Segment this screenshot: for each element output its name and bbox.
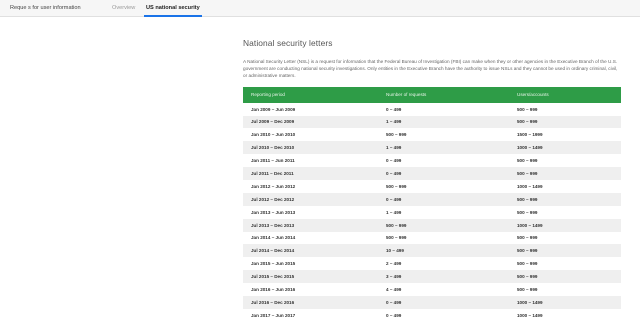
cell-reporting-period: Jul 2016 – Dec 2016 [251, 299, 295, 305]
cell-users-accounts: 1000 – 1499 [517, 145, 543, 151]
table-header: Reporting period Number of requests User… [243, 86, 621, 103]
cell-users-accounts: 1500 – 1999 [517, 132, 543, 138]
cell-reporting-period: Jan 2015 – Jun 2015 [251, 261, 296, 267]
table-row: Jan 2014 – Jun 2014 500 – 999 500 – 999 [243, 231, 621, 245]
table-header-row: Reporting period Number of requests User… [243, 86, 621, 103]
cell-users-accounts: 500 – 999 [517, 287, 538, 293]
cell-users-accounts: 500 – 999 [517, 235, 538, 241]
cell-users-accounts: 500 – 999 [517, 171, 538, 176]
top-tab-bar: Reque s for user information Overview US… [0, 0, 640, 17]
table-row: Jan 2017 – Jun 2017 0 – 499 1000 – 1499 [243, 308, 621, 322]
cell-reporting-period: Jul 2010 – Dec 2010 [251, 145, 295, 151]
table-row: Jan 2012 – Jun 2012 500 – 999 1000 – 1499 [243, 179, 621, 193]
cell-reporting-period: Jan 2009 – Jun 2009 [251, 106, 296, 112]
header-reporting-period: Reporting period [251, 92, 285, 98]
cell-users-accounts: 500 – 999 [517, 106, 538, 112]
header-users-accounts: Users/accounts [517, 92, 549, 98]
cell-number-of-requests: 1 – 499 [386, 119, 402, 125]
cell-number-of-requests: 4 – 499 [386, 287, 402, 293]
cell-users-accounts: 1000 – 1499 [517, 299, 543, 305]
cell-number-of-requests: 0 – 499 [386, 312, 402, 318]
tab-requests-for-user-information[interactable]: Reque s for user information [0, 0, 102, 16]
cell-reporting-period: Jul 2015 – Dec 2015 [251, 274, 295, 280]
table-row: Jul 2013 – Dec 2013 500 – 999 1000 – 1499 [243, 218, 621, 232]
cell-users-accounts: 1000 – 1499 [517, 222, 543, 228]
cell-users-accounts: 500 – 999 [517, 261, 538, 267]
cell-reporting-period: Jan 2010 – Jun 2010 [251, 132, 296, 138]
cell-users-accounts: 500 – 999 [517, 119, 538, 125]
cell-number-of-requests: 3 – 499 [386, 274, 402, 280]
table-row: Jan 2016 – Jun 2016 4 – 499 500 – 999 [243, 283, 621, 296]
tab-us-national-security[interactable]: US national security [138, 0, 208, 17]
header-number-of-requests: Number of requests [386, 92, 427, 98]
table-row: Jan 2015 – Jun 2015 2 – 499 500 – 999 [243, 257, 621, 271]
cell-reporting-period: Jul 2009 – Dec 2009 [251, 119, 295, 125]
cell-number-of-requests: 2 – 499 [386, 261, 402, 267]
cell-number-of-requests: 500 – 999 [386, 183, 407, 189]
table-row: Jul 2015 – Dec 2015 3 – 499 500 – 999 [243, 270, 621, 284]
cell-reporting-period: Jul 2011 – Dec 2011 [251, 171, 294, 176]
cell-reporting-period: Jan 2012 – Jun 2012 [251, 183, 296, 189]
table-row: Jul 2012 – Dec 2012 0 – 499 500 – 999 [243, 192, 621, 206]
cell-users-accounts: 500 – 999 [517, 248, 538, 254]
table-body: Jan 2009 – Jun 2009 0 – 499 500 – 999 Jul 2… [243, 102, 621, 322]
cell-reporting-period: Jul 2014 – Dec 2014 [251, 248, 295, 254]
main-content: National security letters A National Sec… [243, 38, 621, 322]
table-row: Jul 2014 – Dec 2014 10 – 499 500 – 999 [243, 244, 621, 258]
cell-users-accounts: 1000 – 1499 [517, 183, 543, 189]
cell-reporting-period: Jan 2016 – Jun 2016 [251, 287, 296, 293]
tab-overview[interactable]: Overview [102, 0, 138, 16]
cell-reporting-period: Jan 2013 – Jun 2013 [251, 209, 296, 215]
page-description: A National Security Letter (NSL) is a re… [243, 59, 618, 79]
cell-number-of-requests: 0 – 499 [386, 299, 402, 305]
cell-users-accounts: 1000 – 1499 [517, 312, 543, 318]
cell-reporting-period: Jan 2011 – Jun 2011 [251, 158, 295, 164]
cell-reporting-period: Jan 2017 – Jun 2017 [251, 312, 296, 318]
cell-number-of-requests: 1 – 499 [386, 209, 402, 215]
cell-number-of-requests: 1 – 499 [386, 145, 402, 151]
cell-number-of-requests: 0 – 499 [386, 106, 402, 112]
table-row: Jan 2010 – Jun 2010 500 – 999 1500 – 1999 [243, 128, 621, 142]
cell-number-of-requests: 500 – 999 [386, 132, 407, 138]
cell-users-accounts: 500 – 999 [517, 196, 538, 202]
cell-reporting-period: Jul 2013 – Dec 2013 [251, 222, 295, 228]
cell-users-accounts: 500 – 999 [517, 274, 538, 280]
cell-number-of-requests: 500 – 999 [386, 222, 407, 228]
table-row: Jan 2011 – Jun 2011 0 – 499 500 – 999 [243, 154, 621, 168]
page-title: National security letters [243, 38, 333, 48]
table-row: Jul 2009 – Dec 2009 1 – 499 500 – 999 [243, 115, 621, 129]
table-row: Jan 2013 – Jun 2013 1 – 499 500 – 999 [243, 205, 621, 219]
cell-number-of-requests: 500 – 999 [386, 235, 407, 241]
table-row: Jul 2016 – Dec 2016 0 – 499 1000 – 1499 [243, 295, 621, 309]
cell-number-of-requests: 0 – 499 [386, 196, 402, 202]
cell-reporting-period: Jul 2012 – Dec 2012 [251, 196, 295, 202]
cell-number-of-requests: 0 – 499 [386, 171, 402, 176]
cell-number-of-requests: 10 – 499 [386, 248, 404, 254]
cell-users-accounts: 500 – 999 [517, 158, 538, 164]
cell-reporting-period: Jan 2014 – Jun 2014 [251, 235, 296, 241]
nsl-table: Reporting period Number of requests User… [243, 86, 621, 322]
table-row: Jul 2011 – Dec 2011 0 – 499 500 – 999 [243, 167, 621, 180]
cell-number-of-requests: 0 – 499 [386, 158, 402, 164]
table-row: Jul 2010 – Dec 2010 1 – 499 1000 – 1499 [243, 141, 621, 155]
table-row: Jan 2009 – Jun 2009 0 – 499 500 – 999 [243, 102, 621, 116]
cell-users-accounts: 500 – 999 [517, 209, 538, 215]
